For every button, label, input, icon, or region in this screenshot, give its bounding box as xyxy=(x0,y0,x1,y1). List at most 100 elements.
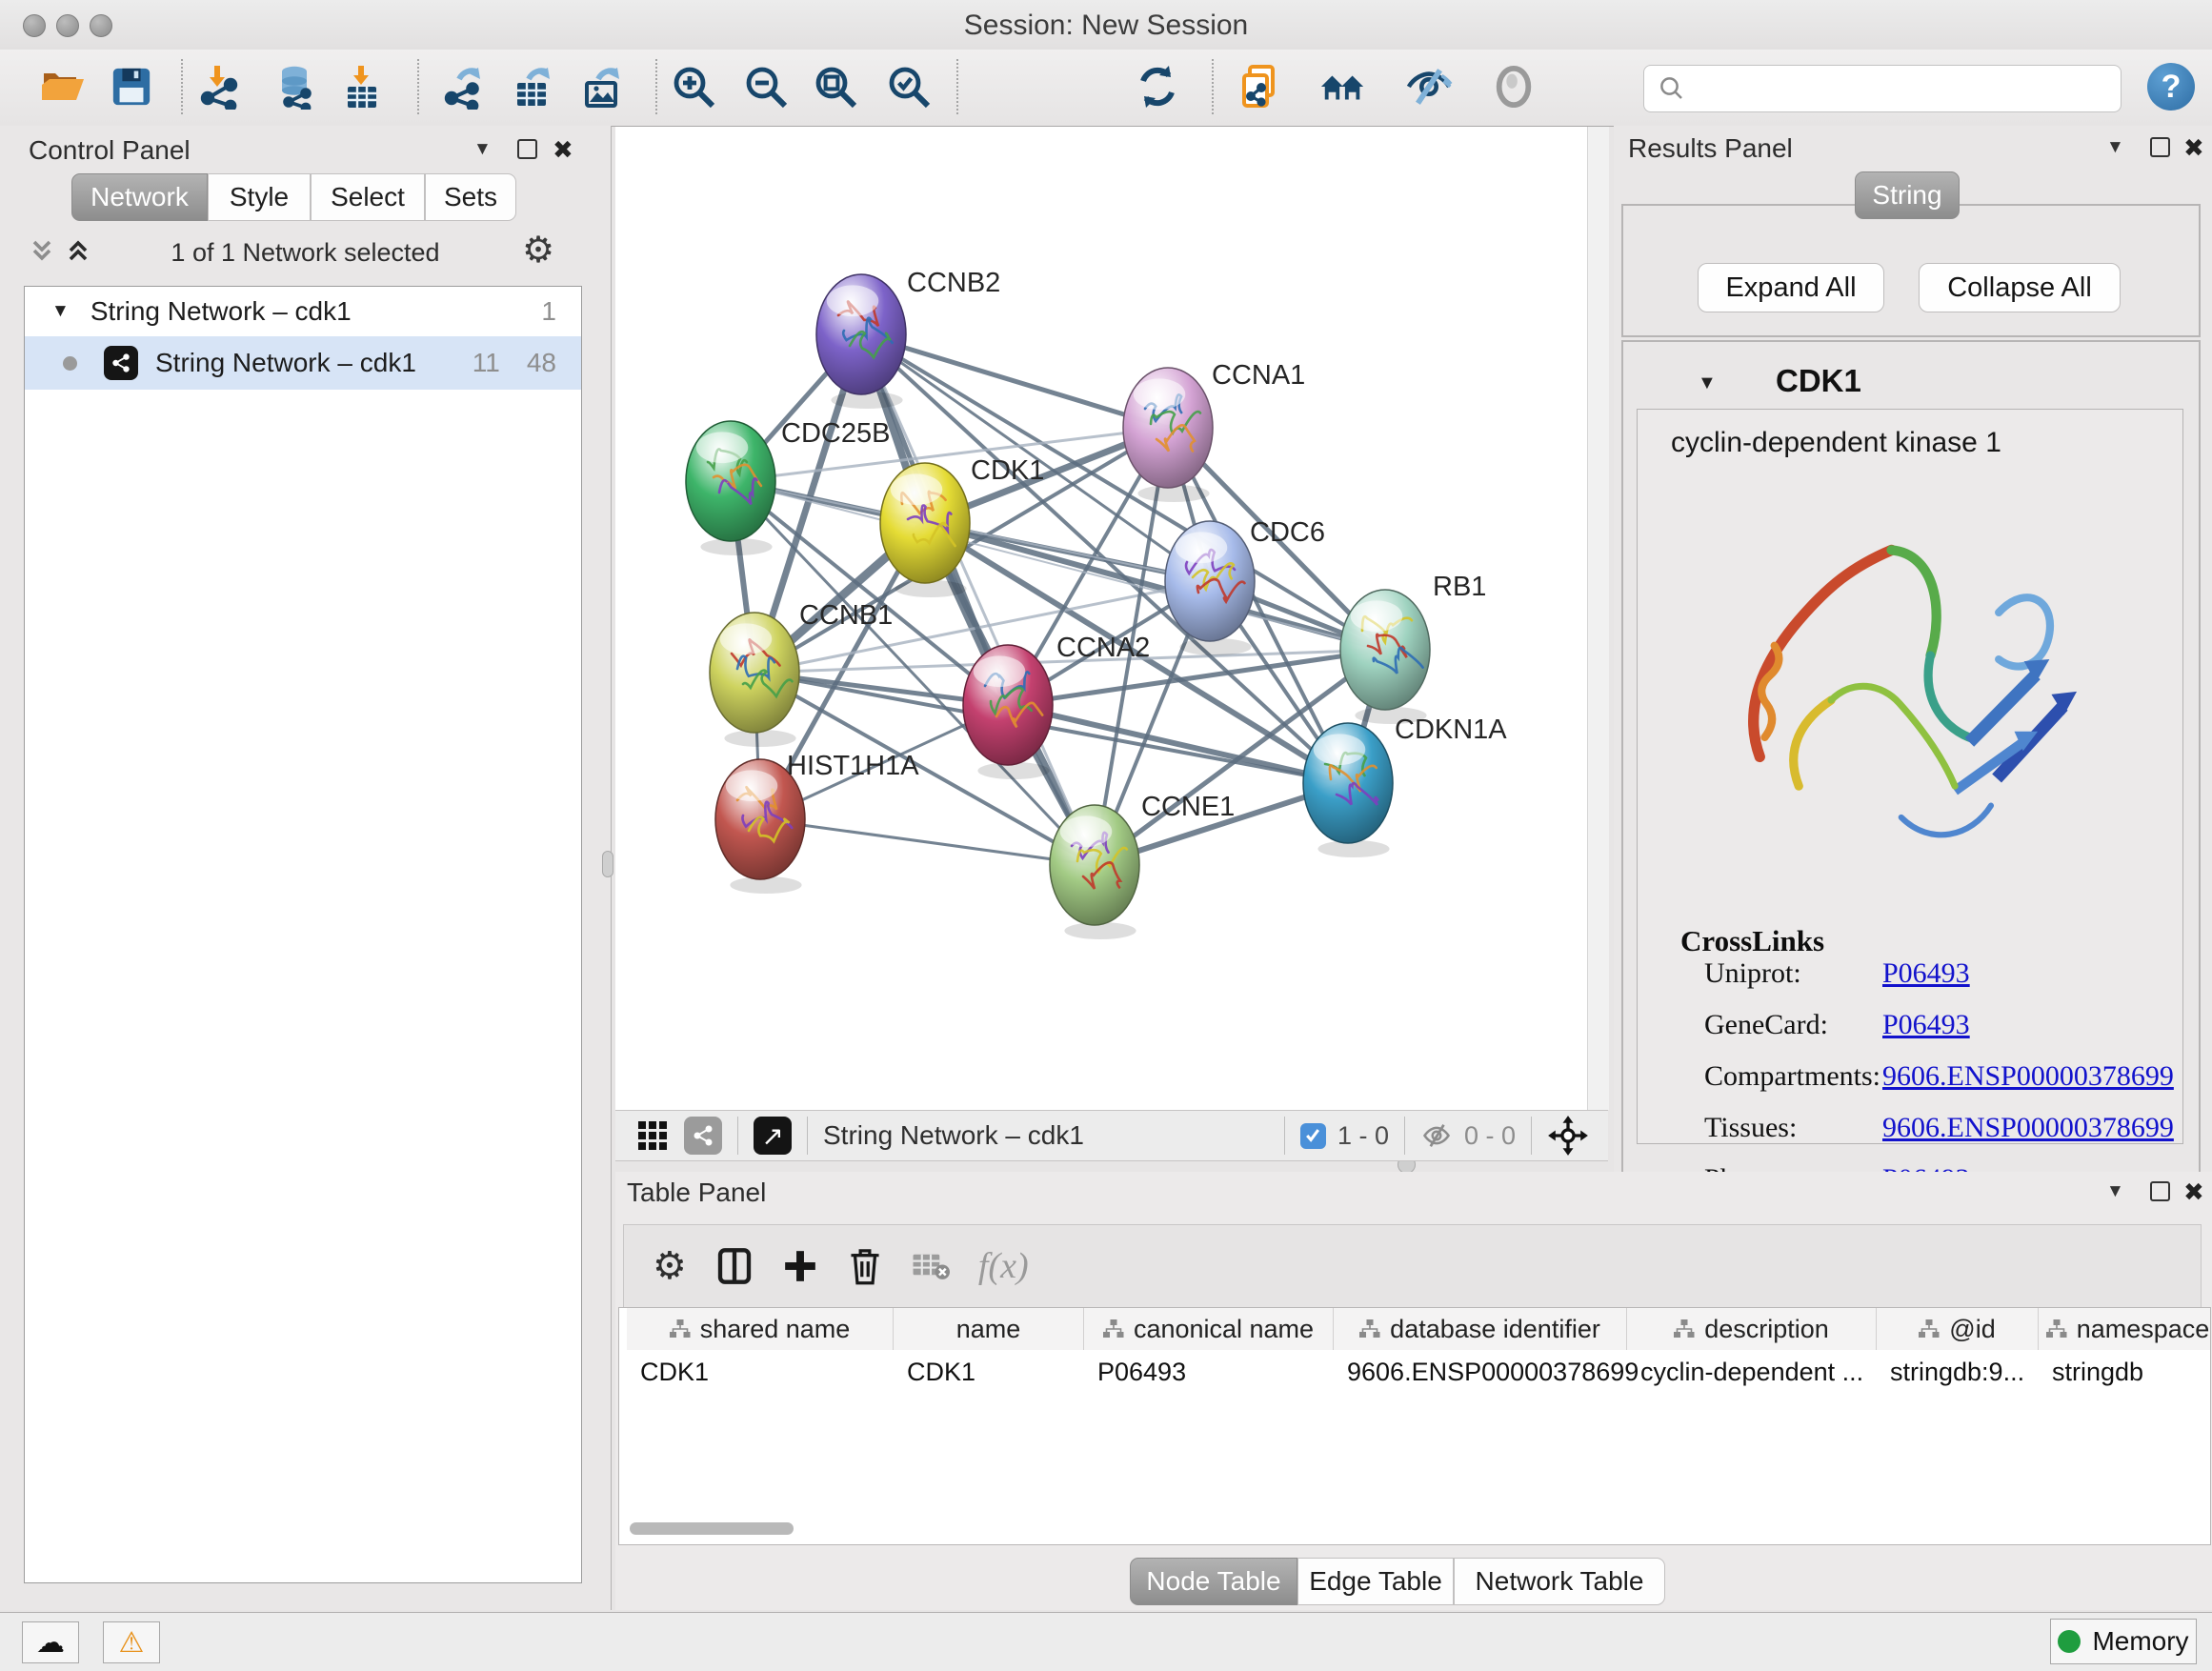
table-panel-menu-caret-icon[interactable]: ▼ xyxy=(2106,1181,2124,1202)
toolbar-separator xyxy=(1284,1117,1285,1155)
home-button[interactable] xyxy=(1318,62,1368,111)
copy-documents-icon xyxy=(1238,64,1284,110)
column-header-shared-name[interactable]: shared name xyxy=(627,1308,894,1350)
zoom-selected-button[interactable] xyxy=(884,62,934,111)
column-header-namespace[interactable]: namespace xyxy=(2039,1308,2211,1350)
save-session-button[interactable] xyxy=(107,62,156,111)
network-node-CDK1[interactable] xyxy=(880,463,970,583)
node-name-heading: CDK1 xyxy=(1776,363,1861,399)
selected-checkbox-icon[interactable] xyxy=(1300,1123,1326,1149)
network-edge-CCNB2-CCNA1[interactable] xyxy=(861,334,1168,428)
node-table[interactable]: shared namenamecanonical namedatabase id… xyxy=(618,1307,2211,1545)
column-header-description[interactable]: description xyxy=(1627,1308,1877,1350)
column-header-canonical-name[interactable]: canonical name xyxy=(1084,1308,1334,1350)
network-canvas[interactable]: CCNB2CCNA1CDC25BCDK1CDC6RB1CCNB1CCNA2CDK… xyxy=(615,127,1587,1110)
network-edge-CCNE1-HIST1H1A[interactable] xyxy=(760,819,1095,865)
crosslink-link[interactable]: 9606.ENSP00000378699 xyxy=(1882,1112,2174,1144)
control-panel-title: Control Panel xyxy=(29,135,191,166)
birds-eye-toggle-button[interactable] xyxy=(1489,62,1538,111)
network-node-CCNA2[interactable] xyxy=(963,645,1053,765)
open-session-button[interactable] xyxy=(38,62,88,111)
results-panel-float-icon[interactable] xyxy=(2150,137,2170,157)
tab-style[interactable]: Style xyxy=(208,173,311,221)
network-node-CCNA1[interactable] xyxy=(1123,368,1213,488)
control-panel-close-icon[interactable]: ✖ xyxy=(553,137,573,162)
crosslink-label: Compartments: xyxy=(1704,1060,1880,1093)
column-header-database-identifier[interactable]: database identifier xyxy=(1334,1308,1627,1350)
vertical-splitter-handle[interactable] xyxy=(602,851,613,877)
import-network-from-database-button[interactable] xyxy=(271,62,321,111)
show-columns-icon[interactable] xyxy=(715,1245,754,1287)
network-node-CCNB2[interactable] xyxy=(816,274,906,394)
network-collection-row[interactable]: ▼ String Network – cdk1 1 xyxy=(25,287,581,336)
search-input[interactable] xyxy=(1694,73,2121,105)
open-folder-icon xyxy=(40,64,86,110)
network-tree: ▼ String Network – cdk1 1 String Network… xyxy=(24,286,582,1583)
open-in-new-window-button[interactable]: ↗ xyxy=(754,1117,792,1155)
export-table-button[interactable] xyxy=(508,62,557,111)
node-label-CCNB1: CCNB1 xyxy=(799,600,893,631)
collection-caret-icon[interactable]: ▼ xyxy=(51,301,70,322)
export-image-button[interactable] xyxy=(577,62,627,111)
tab-sets[interactable]: Sets xyxy=(425,173,516,221)
duplicate-network-button[interactable] xyxy=(1237,62,1286,111)
function-builder-fx[interactable]: f(x) xyxy=(978,1245,1029,1287)
create-column-plus-icon[interactable] xyxy=(782,1248,818,1284)
network-selection-status: 1 of 1 Network selected xyxy=(0,238,611,268)
results-panel-close-icon[interactable]: ✖ xyxy=(2183,135,2204,160)
table-panel-close-icon[interactable]: ✖ xyxy=(2183,1179,2204,1204)
fit-content-button[interactable] xyxy=(811,62,860,111)
apply-layout-button[interactable] xyxy=(1133,62,1182,111)
table-panel-float-icon[interactable] xyxy=(2150,1181,2170,1201)
network-edge-CCNB2-CCNE1[interactable] xyxy=(861,334,1095,865)
cloud-button[interactable]: ☁ xyxy=(22,1621,79,1663)
results-panel-menu-caret-icon[interactable]: ▼ xyxy=(2106,137,2124,158)
expand-all-button[interactable]: Expand All xyxy=(1698,263,1884,312)
export-network-button[interactable] xyxy=(440,62,490,111)
warnings-button[interactable]: ⚠ xyxy=(103,1621,160,1663)
tab-node-table[interactable]: Node Table xyxy=(1130,1558,1297,1605)
table-horizontal-scrollbar[interactable] xyxy=(630,1522,794,1535)
zoom-in-button[interactable] xyxy=(669,62,718,111)
control-panel-menu-caret-icon[interactable]: ▼ xyxy=(473,139,492,160)
column-header-name[interactable]: name xyxy=(894,1308,1084,1350)
import-network-icon xyxy=(198,64,244,110)
node-section-caret-icon[interactable]: ▼ xyxy=(1698,372,1717,394)
grid-view-icon[interactable] xyxy=(638,1121,667,1150)
zoom-out-button[interactable] xyxy=(741,62,791,111)
network-node-CCNE1[interactable] xyxy=(1050,805,1139,925)
crosslink-link[interactable]: P06493 xyxy=(1882,1009,1970,1041)
network-options-gear-icon[interactable]: ⚙ xyxy=(522,229,554,272)
network-node-RB1[interactable] xyxy=(1340,590,1430,710)
delete-table-icon[interactable] xyxy=(912,1250,950,1282)
import-table-from-file-button[interactable] xyxy=(338,62,388,111)
table-options-gear-icon[interactable]: ⚙ xyxy=(653,1244,687,1288)
tab-network-table[interactable]: Network Table xyxy=(1454,1558,1665,1605)
network-node-CCNB1[interactable] xyxy=(710,613,799,733)
network-node-CDC25B[interactable] xyxy=(686,421,775,541)
network-node-CDKN1A[interactable] xyxy=(1303,723,1393,843)
network-view-share-icon[interactable] xyxy=(684,1117,722,1155)
hide-graphics-details-button[interactable] xyxy=(1404,62,1454,111)
crosslink-link[interactable]: 9606.ENSP00000378699 xyxy=(1882,1060,2174,1093)
network-node-CDC6[interactable] xyxy=(1165,521,1255,641)
control-panel-float-icon[interactable] xyxy=(517,139,537,159)
help-button[interactable]: ? xyxy=(2147,63,2195,111)
export-table-icon xyxy=(510,64,555,110)
tab-network[interactable]: Network xyxy=(71,173,208,221)
tab-string-label: String xyxy=(1872,180,1941,211)
column-header-@id[interactable]: @id xyxy=(1877,1308,2039,1350)
delete-column-trash-icon[interactable] xyxy=(847,1246,883,1286)
tab-edge-table[interactable]: Edge Table xyxy=(1297,1558,1454,1605)
crosslink-link[interactable]: P06493 xyxy=(1882,957,1970,990)
collapse-all-button[interactable]: Collapse All xyxy=(1919,263,2121,312)
tab-select[interactable]: Select xyxy=(311,173,425,221)
memory-status-dot-icon xyxy=(2058,1630,2081,1653)
import-network-from-file-button[interactable] xyxy=(196,62,246,111)
pan-crosshair-icon[interactable] xyxy=(1547,1115,1589,1157)
search-box[interactable] xyxy=(1643,65,2122,112)
network-row-selected[interactable]: String Network – cdk1 11 48 xyxy=(25,336,581,390)
tab-string[interactable]: String xyxy=(1855,171,1960,219)
memory-button[interactable]: Memory xyxy=(2050,1619,2197,1664)
network-graph[interactable]: CCNB2CCNA1CDC25BCDK1CDC6RB1CCNB1CCNA2CDK… xyxy=(615,127,1587,1110)
